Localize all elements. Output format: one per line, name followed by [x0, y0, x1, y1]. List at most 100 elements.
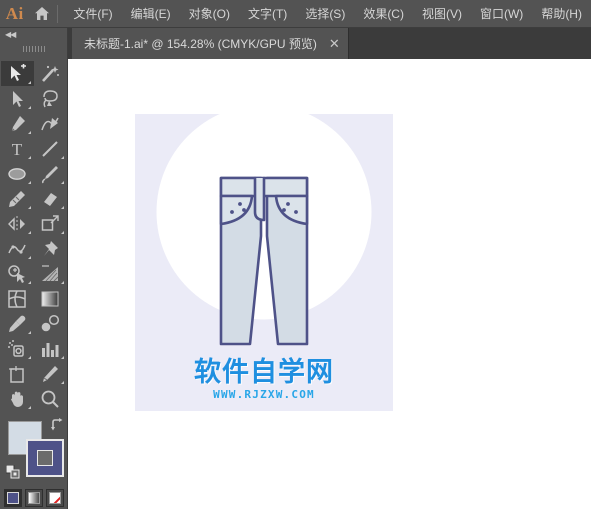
app-logo: Ai [5, 3, 24, 23]
close-icon[interactable]: ✕ [329, 37, 340, 50]
shape-builder-icon [7, 264, 27, 284]
pen-icon [7, 114, 27, 134]
tool-flyout-indicator[interactable] [27, 256, 31, 259]
tool-flyout-indicator[interactable] [60, 206, 64, 209]
symbol-sprayer-icon [7, 339, 27, 359]
tool-flyout-indicator[interactable] [27, 281, 31, 284]
tool-flyout-indicator[interactable] [60, 281, 64, 284]
tool-flyout-indicator[interactable] [60, 381, 64, 384]
document-tab[interactable]: 未标题-1.ai* @ 154.28% (CMYK/GPU 预览) ✕ [72, 28, 349, 59]
reflect-rotate-tool[interactable] [1, 211, 34, 236]
jeans-illustration[interactable] [216, 176, 312, 357]
reflect-icon [7, 214, 27, 234]
slice-tool[interactable] [34, 361, 67, 386]
type-tool[interactable]: T [1, 136, 34, 161]
swap-fill-stroke-icon[interactable] [50, 418, 64, 432]
tool-flyout-indicator[interactable] [27, 231, 31, 234]
mesh-tool[interactable] [1, 286, 34, 311]
perspective-grid-tool[interactable] [34, 261, 67, 286]
blend-icon [40, 314, 60, 334]
lasso-icon [40, 89, 60, 109]
curvature-tool[interactable] [34, 111, 67, 136]
direct-selection-tool[interactable] [1, 86, 34, 111]
stroke-swatch[interactable] [26, 439, 64, 477]
default-fill-stroke-icon[interactable] [5, 464, 20, 479]
pen-tool[interactable] [1, 111, 34, 136]
tool-flyout-indicator[interactable] [27, 406, 31, 409]
selection-tool[interactable] [0, 61, 34, 86]
tools-panel-header: ◀◀ [0, 28, 67, 42]
eyedropper-icon [7, 314, 27, 334]
width-warp-tool[interactable] [1, 236, 34, 261]
tool-flyout-indicator[interactable] [27, 356, 31, 359]
arrow-plus-icon [7, 63, 27, 84]
artboard-tool[interactable] [1, 361, 34, 386]
zoom-tool[interactable] [34, 386, 67, 411]
color-mode-button[interactable] [3, 489, 22, 507]
tools-grid: T [0, 56, 67, 411]
canvas-area[interactable]: 软件自学网 WWW.RJZXW.COM [68, 59, 591, 509]
menu-select[interactable]: 选择(S) [296, 1, 354, 26]
tool-flyout-indicator[interactable] [60, 156, 64, 159]
menu-file[interactable]: 文件(F) [64, 1, 121, 26]
artboard-icon [7, 364, 27, 384]
pencil-icon [7, 189, 27, 209]
ellipse-icon [7, 164, 27, 184]
magnifier-icon [40, 389, 60, 409]
paintbrush-tool[interactable] [34, 161, 67, 186]
line-segment-tool[interactable] [34, 136, 67, 161]
free-transform-tool[interactable] [34, 236, 67, 261]
menu-effect[interactable]: 效果(C) [354, 1, 413, 26]
gradient-mode-button[interactable] [24, 489, 43, 507]
blend-tool[interactable] [34, 311, 67, 336]
tool-flyout-indicator[interactable] [60, 231, 64, 234]
shape-builder-tool[interactable] [1, 261, 34, 286]
scale-shear-tool[interactable] [34, 211, 67, 236]
watermark: 软件自学网 WWW.RJZXW.COM [135, 350, 393, 401]
document-tab-title: 未标题-1.ai* @ 154.28% (CMYK/GPU 预览) [84, 37, 317, 51]
tool-flyout-indicator[interactable] [60, 181, 64, 184]
tools-panel-drag-handle[interactable] [0, 42, 67, 56]
symbol-sprayer-tool[interactable] [1, 336, 34, 361]
tool-flyout-indicator[interactable] [27, 131, 31, 134]
menu-help[interactable]: 帮助(H) [532, 1, 591, 26]
hand-icon [7, 389, 27, 409]
magic-wand-tool[interactable] [34, 61, 67, 86]
tool-flyout-indicator[interactable] [27, 206, 31, 209]
tool-flyout-indicator[interactable] [60, 356, 64, 359]
eraser-tool[interactable] [34, 186, 67, 211]
home-icon[interactable] [29, 6, 55, 21]
shaper-pencil-tool[interactable] [1, 186, 34, 211]
slice-knife-icon [40, 364, 60, 384]
ellipse-tool[interactable] [1, 161, 34, 186]
arrow-white-icon [7, 89, 27, 109]
paintbrush-icon [40, 164, 60, 184]
tool-flyout-indicator[interactable] [27, 106, 31, 109]
lasso-tool[interactable] [34, 86, 67, 111]
hand-tool[interactable] [1, 386, 34, 411]
collapse-panel-icon[interactable]: ◀◀ [5, 30, 16, 39]
perspective-icon [40, 264, 60, 284]
tool-flyout-indicator[interactable] [27, 181, 31, 184]
watermark-chinese-text: 软件自学网 [194, 357, 334, 388]
menu-type[interactable]: 文字(T) [239, 1, 296, 26]
width-warp-icon [7, 239, 27, 259]
column-graph-tool[interactable] [34, 336, 67, 361]
color-controls [0, 415, 68, 487]
gradient-tool[interactable] [34, 286, 67, 311]
line-icon [40, 139, 60, 159]
menu-window[interactable]: 窗口(W) [471, 1, 532, 26]
eyedropper-tool[interactable] [1, 311, 34, 336]
pushpin-icon [40, 239, 60, 259]
tool-flyout-indicator[interactable] [27, 156, 31, 159]
tool-flyout-indicator[interactable] [27, 81, 31, 84]
paint-mode-row [0, 489, 67, 507]
artboard[interactable]: 软件自学网 WWW.RJZXW.COM [135, 104, 393, 411]
none-mode-button[interactable] [45, 489, 64, 507]
menu-edit[interactable]: 编辑(E) [122, 1, 180, 26]
menu-object[interactable]: 对象(O) [180, 1, 239, 26]
tool-flyout-indicator[interactable] [27, 331, 31, 334]
svg-text:T: T [12, 140, 23, 159]
menu-view[interactable]: 视图(V) [413, 1, 471, 26]
curvature-icon [40, 114, 60, 134]
